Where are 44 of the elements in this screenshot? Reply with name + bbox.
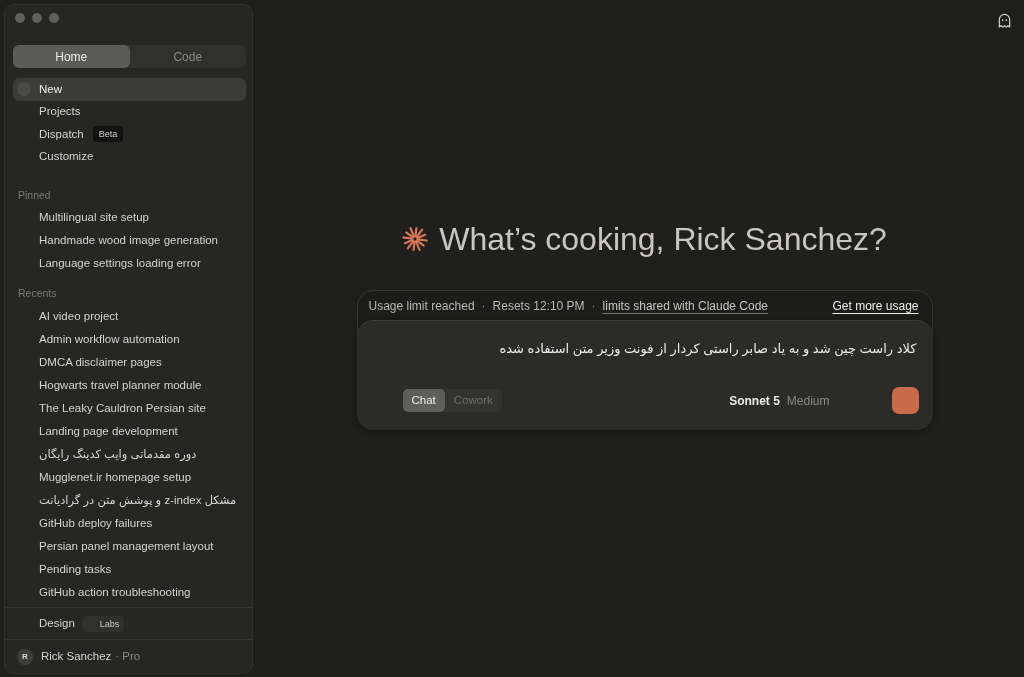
send-button[interactable] (891, 387, 919, 414)
usage-text: Usage limit reached (368, 297, 475, 315)
user-avatar[interactable]: R (17, 648, 33, 665)
chat-item[interactable]: دوره مقدماتی وایب کدینگ رایگان (13, 443, 246, 467)
usage-link[interactable]: limits shared with Claude Code (602, 296, 769, 315)
chat-item[interactable]: GitHub action troubleshooting (13, 581, 246, 605)
chat-item[interactable]: The Leaky Cauldron Persian site (13, 397, 246, 421)
chat-item[interactable]: Language settings loading error (13, 252, 246, 276)
chat-item[interactable]: Landing page development (13, 420, 246, 444)
chat-item[interactable]: Persian panel management layout (13, 535, 246, 559)
user-name[interactable]: Rick Sanchez (41, 647, 112, 666)
tab[interactable]: Code (129, 45, 246, 68)
chat-item[interactable]: Admin workflow automation (13, 328, 246, 352)
usage-text: Resets 12:10 PM (492, 297, 585, 315)
effort-label[interactable]: Medium (786, 391, 830, 410)
model-name[interactable]: Sonnet 5 (729, 391, 780, 410)
get-more-usage-link[interactable]: Get more usage (832, 296, 919, 315)
chat-item[interactable]: AI video project (13, 305, 246, 329)
chat-item[interactable]: Mugglenet.ir homepage setup (13, 466, 246, 490)
chat-item[interactable]: Pending tasks (13, 558, 246, 582)
nav-item[interactable]: Projects (13, 100, 246, 123)
chat-item[interactable]: Handmade wood image generation (13, 229, 246, 253)
badge: Beta (92, 126, 124, 143)
separator-dot: · (591, 297, 596, 315)
chat-item[interactable]: DMCA disclaimer pages (13, 351, 246, 375)
chat-item[interactable]: GitHub deploy failures (13, 512, 246, 536)
separator-dot: · (481, 297, 486, 315)
greeting-heading: What’s cooking, Rick Sanchez? (439, 220, 887, 259)
plan-label: · Pro (115, 648, 141, 664)
nav-item[interactable]: New (13, 78, 246, 101)
nav-item[interactable]: Dispatch Beta (13, 123, 246, 146)
starburst-icon (402, 226, 429, 252)
badge: Labs (82, 615, 125, 632)
section-heading: Recents (17, 286, 58, 301)
nav-item[interactable]: Design (39, 614, 75, 633)
section-heading: Pinned (17, 188, 52, 203)
chat-item[interactable]: مشکل z-index و پوشش متن در گرادیانت (13, 489, 246, 513)
chat-item[interactable]: Multilingual site setup (13, 206, 246, 230)
ghost-icon[interactable] (997, 13, 1012, 28)
chat-item[interactable]: Hogwarts travel planner module (13, 374, 246, 398)
nav-item[interactable]: Customize (13, 145, 246, 168)
message-field[interactable]: کلاد راست چین شد و به یاد صابر راستی کردار از فونت وزیر متن استفاده شده (402, 337, 919, 360)
tab[interactable]: Home (13, 45, 130, 68)
mode-tab[interactable]: Chat (402, 389, 445, 412)
